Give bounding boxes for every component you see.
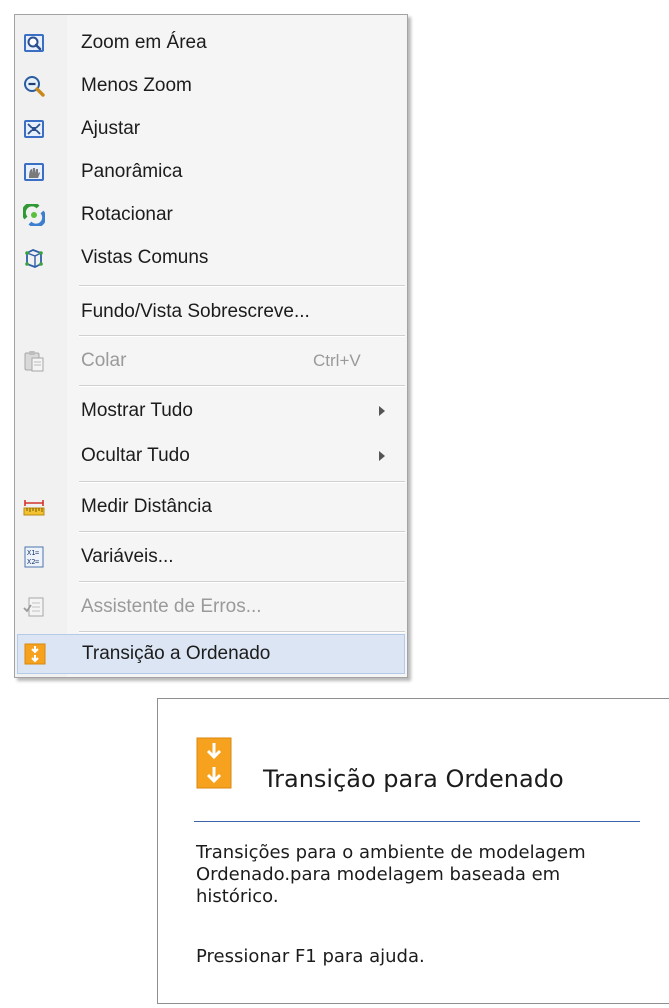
menu-item-label: Colar <box>81 350 127 371</box>
menu-separator <box>79 335 405 337</box>
menu-separator <box>79 285 405 287</box>
menu-separator <box>79 481 405 483</box>
error-assistant-icon <box>23 597 44 617</box>
common-views-icon <box>25 249 43 268</box>
menu-separator <box>79 385 405 387</box>
menu-item-label: Transição a Ordenado <box>82 643 271 664</box>
menu-separator <box>79 631 405 633</box>
menu-item-error-assistant: Assistente de Erros... <box>17 587 405 627</box>
menu-item-pan[interactable]: Panorâmica <box>17 152 405 192</box>
pan-icon <box>24 163 44 181</box>
context-menu: Zoom em Área Menos Zoom Ajustar Panorâmi… <box>14 14 408 678</box>
tooltip-help-hint: Pressionar F1 para ajuda. <box>196 946 425 967</box>
menu-item-paste: Colar Ctrl+V <box>17 341 405 381</box>
zoom-area-icon <box>24 34 44 52</box>
menu-item-label: Medir Distância <box>81 496 212 517</box>
menu-item-show-all[interactable]: Mostrar Tudo <box>17 391 405 431</box>
menu-item-label: Variáveis... <box>81 546 174 567</box>
transition-ordered-icon <box>24 643 46 665</box>
menu-item-label: Vistas Comuns <box>81 247 209 268</box>
measure-distance-icon <box>23 500 45 516</box>
paste-icon <box>24 351 44 372</box>
menu-item-fit[interactable]: Ajustar <box>17 109 405 149</box>
menu-separator <box>79 581 405 583</box>
tooltip-description: Transições para o ambiente de modelagem … <box>196 842 586 907</box>
submenu-arrow-icon <box>379 406 385 416</box>
fit-icon <box>24 120 44 138</box>
tooltip-popup: Transição para Ordenado Transições para … <box>157 698 669 1004</box>
menu-item-variables[interactable]: X1 = X2 = Variáveis... <box>17 537 405 577</box>
menu-item-label: Mostrar Tudo <box>81 400 193 421</box>
variables-icon: X1 = X2 = <box>24 546 44 568</box>
tooltip-divider <box>194 821 640 822</box>
menu-item-common-views[interactable]: Vistas Comuns <box>17 238 405 278</box>
submenu-arrow-icon <box>379 451 385 461</box>
menu-item-label: Panorâmica <box>81 161 183 182</box>
menu-item-transition-ordered[interactable]: Transição a Ordenado <box>17 634 405 674</box>
tooltip-title: Transição para Ordenado <box>263 765 564 793</box>
zoom-out-icon <box>24 76 45 97</box>
rotate-icon <box>23 204 45 226</box>
menu-item-rotate[interactable]: Rotacionar <box>17 195 405 235</box>
menu-item-shortcut: Ctrl+V <box>313 351 361 370</box>
svg-text:=: = <box>35 549 39 557</box>
menu-item-label: Ajustar <box>81 118 141 139</box>
menu-item-background-view-override[interactable]: Fundo/Vista Sobrescreve... <box>17 292 405 332</box>
menu-separator <box>79 531 405 533</box>
menu-item-label: Fundo/Vista Sobrescreve... <box>81 301 310 322</box>
menu-item-label: Zoom em Área <box>81 32 207 53</box>
svg-text:=: = <box>35 558 39 566</box>
menu-item-label: Assistente de Erros... <box>81 596 262 617</box>
menu-item-zoom-out[interactable]: Menos Zoom <box>17 66 405 106</box>
transition-ordered-icon <box>196 737 232 789</box>
menu-item-zoom-area[interactable]: Zoom em Área <box>17 23 405 63</box>
menu-item-label: Rotacionar <box>81 204 173 225</box>
menu-item-measure-distance[interactable]: Medir Distância <box>17 487 405 527</box>
menu-item-label: Menos Zoom <box>81 75 192 96</box>
menu-item-hide-all[interactable]: Ocultar Tudo <box>17 436 405 476</box>
menu-item-label: Ocultar Tudo <box>81 445 190 466</box>
